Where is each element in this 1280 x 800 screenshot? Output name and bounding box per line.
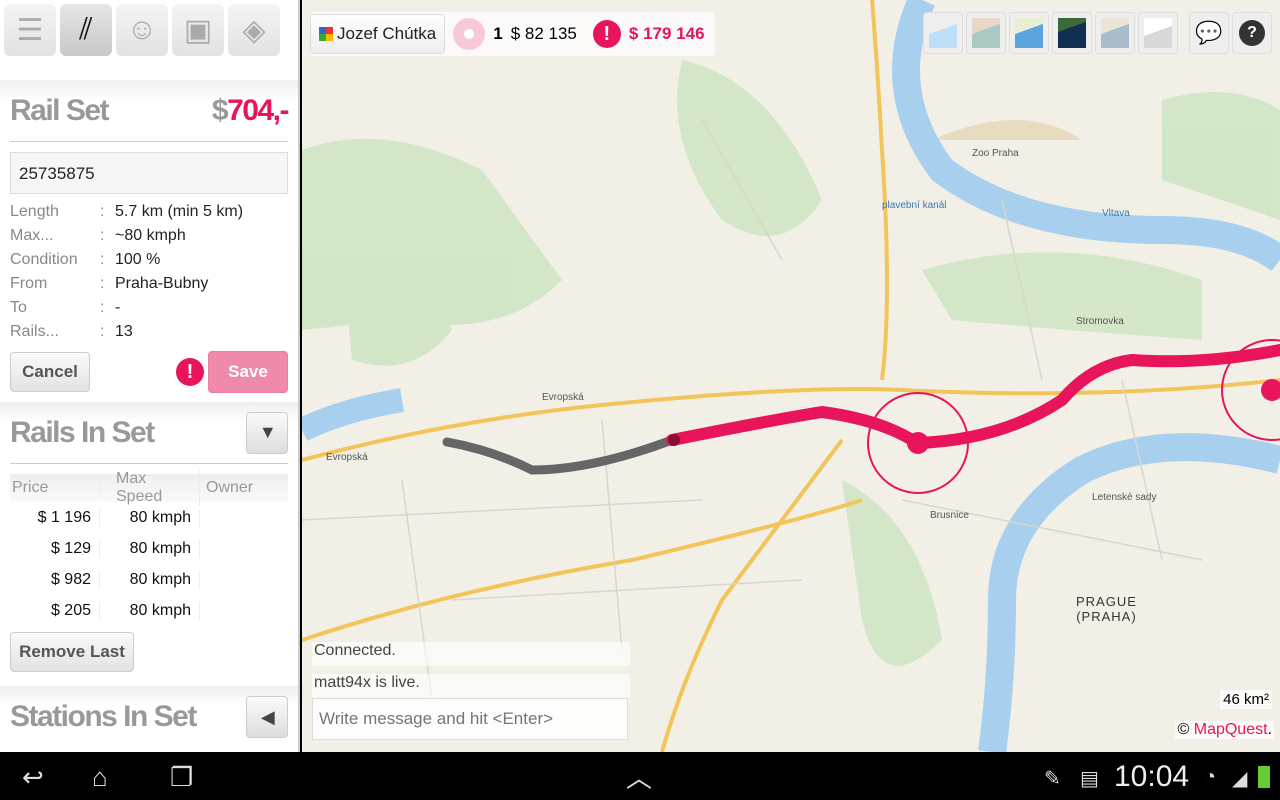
map-label: Zoo Praha bbox=[972, 148, 1019, 159]
map-style-plain[interactable] bbox=[1138, 12, 1178, 54]
map-label: Letenské sady bbox=[1092, 492, 1157, 503]
field-from: From: Praha-Bubny bbox=[10, 275, 209, 292]
rail-set-id-input[interactable]: 25735875 bbox=[10, 152, 288, 194]
map-label: plavební kanál bbox=[882, 200, 947, 211]
chevron-left-icon: ◀ bbox=[260, 706, 275, 727]
chevron-up-icon[interactable]: ︿ bbox=[626, 758, 652, 795]
player-status-bar: Jozef Chútka 1 $ 82 135 ! $ 179 146 bbox=[310, 12, 715, 56]
signal-icon: ◢ bbox=[1232, 768, 1248, 790]
user-button[interactable]: Jozef Chútka bbox=[310, 14, 446, 54]
chat-message: matt94x is live. bbox=[312, 674, 630, 698]
save-button[interactable]: Save bbox=[208, 351, 288, 393]
city-label: PRAGUE (PRAHA) bbox=[1076, 594, 1137, 624]
map-style-mapquest[interactable] bbox=[1009, 12, 1049, 54]
help-icon: ? bbox=[1239, 20, 1265, 46]
chat-input[interactable] bbox=[312, 698, 628, 740]
curved-rail-icon: ⫽ bbox=[79, 13, 93, 46]
passenger-tool[interactable]: ☺ bbox=[116, 4, 168, 56]
tool-palette: ☰ ⫽ ☺ ▣ ◈ bbox=[0, 0, 298, 80]
signal-tool[interactable]: ◈ bbox=[228, 4, 280, 56]
map-label: Stromovka bbox=[1076, 316, 1124, 327]
wifi-icon: ◔ bbox=[1204, 766, 1217, 788]
map-style-muted[interactable] bbox=[1095, 12, 1135, 54]
clock: 10:04 bbox=[1114, 760, 1190, 793]
recent-apps-icon[interactable]: ❐ bbox=[170, 762, 193, 793]
chat-panel: Connected. matt94x is live. bbox=[312, 642, 630, 740]
area-readout: 46 km² bbox=[1220, 690, 1272, 709]
collapse-rails-button[interactable]: ▼ bbox=[246, 411, 288, 454]
chat-message: Connected. bbox=[312, 642, 630, 666]
rails-in-set-title: Rails In Set bbox=[10, 415, 155, 449]
battery-icon bbox=[1258, 766, 1270, 788]
table-row[interactable]: $ 1 196 80 kmph bbox=[10, 502, 288, 533]
expand-stations-button[interactable]: ◀ bbox=[246, 696, 288, 738]
chat-bubbles-icon: 💬 bbox=[1195, 20, 1223, 45]
attribution: © MapQuest. bbox=[1175, 721, 1274, 739]
rail-track-icon: ☰ bbox=[16, 13, 44, 47]
rail-set-price: $704,- bbox=[211, 93, 290, 127]
field-to: To: - bbox=[10, 299, 121, 316]
rail-track-tool[interactable]: ☰ bbox=[4, 4, 56, 56]
table-row[interactable]: $ 982 80 kmph bbox=[10, 564, 288, 595]
station-count-icon bbox=[453, 18, 486, 50]
signal-icon: ◈ bbox=[242, 13, 266, 47]
unpurchased-rail-segment bbox=[442, 435, 677, 475]
table-row[interactable]: $ 129 80 kmph bbox=[10, 533, 288, 564]
cancel-button[interactable]: Cancel bbox=[10, 352, 90, 392]
passenger-icon: ☺ bbox=[126, 13, 158, 46]
rails-table: Price Max Speed Owner $ 1 196 80 kmph $ 129… bbox=[10, 470, 288, 626]
debt-warning-icon: ! bbox=[592, 20, 621, 48]
google-icon bbox=[319, 27, 333, 41]
map-label: Vltava bbox=[1102, 208, 1130, 219]
rail-set-section: Rail Set $704,- 25735875 Length:5.7 km (m… bbox=[0, 80, 298, 396]
pencil-icon: ✎ bbox=[1044, 768, 1061, 790]
chevron-down-icon: ▼ bbox=[258, 422, 277, 442]
system-navigation-bar: ↩ ⌂ ❐ ︿ ✎ ▤ 10:04 ◔ ◢ bbox=[0, 752, 1280, 800]
route-start-node bbox=[668, 434, 680, 446]
field-length: Length:5.7 km (min 5 km) bbox=[10, 203, 244, 220]
map-view[interactable]: Evropská Evropská Vltava plavební kanál … bbox=[302, 0, 1280, 752]
map-label: Evropská bbox=[542, 392, 584, 403]
field-rails: Rails...:13 bbox=[10, 323, 133, 340]
map-label: Brusnice bbox=[930, 510, 969, 521]
train-tool[interactable]: ▣ bbox=[172, 4, 224, 56]
map-style-light[interactable] bbox=[923, 12, 963, 54]
chat-button[interactable]: 💬 bbox=[1189, 12, 1229, 54]
debt-amount: $ 179 146 bbox=[628, 24, 705, 43]
back-icon[interactable]: ↩ bbox=[22, 762, 44, 793]
money-balance: $ 82 135 bbox=[510, 24, 577, 43]
field-max-speed: Max...: ~80 kmph bbox=[10, 227, 186, 244]
warning-icon[interactable]: ! bbox=[176, 358, 204, 386]
train-icon: ▣ bbox=[183, 13, 213, 47]
table-row[interactable]: $ 205 80 kmph bbox=[10, 595, 288, 626]
rail-route bbox=[666, 344, 1280, 450]
map-style-switcher: 💬 ? bbox=[923, 12, 1272, 54]
curved-rail-tool[interactable]: ⫽ bbox=[60, 4, 112, 56]
rails-in-set-section: Rails In Set ▼ Price Max Speed Owner $ 1 19… bbox=[0, 402, 298, 682]
remove-last-button[interactable]: Remove Last bbox=[10, 632, 134, 672]
map-style-satellite[interactable] bbox=[1052, 12, 1092, 54]
help-button[interactable]: ? bbox=[1232, 12, 1272, 54]
map-label: Evropská bbox=[326, 452, 368, 463]
side-panel: ☰ ⫽ ☺ ▣ ◈ Rail Set $704,- 25735875 Length… bbox=[0, 0, 300, 752]
sd-card-icon: ▤ bbox=[1080, 768, 1099, 790]
station-count: 1 bbox=[493, 24, 503, 43]
mapquest-link[interactable]: MapQuest bbox=[1194, 721, 1268, 738]
map-canvas bbox=[302, 0, 1280, 752]
stations-in-set-section: Stations In Set ◀ bbox=[0, 686, 298, 748]
map-style-osm[interactable] bbox=[966, 12, 1006, 54]
field-condition: Condition:100 % bbox=[10, 251, 161, 268]
home-icon[interactable]: ⌂ bbox=[92, 762, 108, 793]
station-node bbox=[907, 432, 929, 454]
stations-in-set-title: Stations In Set bbox=[10, 700, 197, 733]
rail-set-title: Rail Set bbox=[10, 93, 110, 127]
